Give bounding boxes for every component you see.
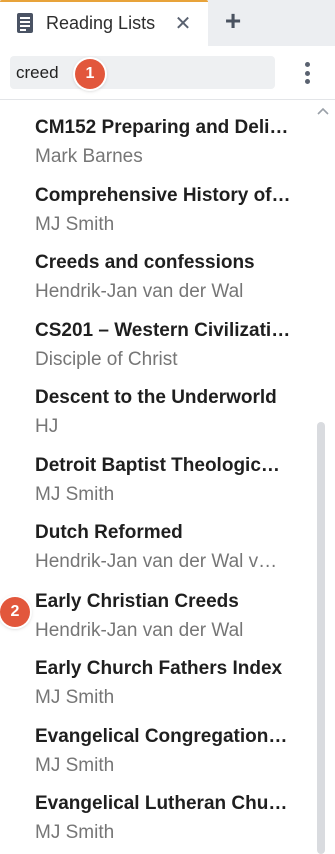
list-item-title: Creeds and confessions [35,252,255,273]
list-item-title: Detroit Baptist Theologic… [35,455,280,476]
list-item-title: Evangelical Congregation… [35,726,288,747]
close-icon[interactable]: ✕ [172,12,194,35]
toolbar [0,46,335,100]
list-item[interactable]: Detroit Baptist Theologic… MJ Smith [35,455,297,517]
list-item-author: Disciple of Christ [35,349,178,370]
list-item-title: Early Church Fathers Index [35,658,283,679]
list-item[interactable]: Evangelical Congregation… MJ Smith [35,726,297,788]
list-item[interactable]: Dutch Reformed Hendrik-Jan van der Wal v… [35,522,297,584]
scroll-up-chevron-icon[interactable] [315,104,331,118]
list-item-author: Mark Barnes [35,146,143,167]
callout-badge-2: 2 [0,597,30,627]
list-item[interactable]: Comprehensive History of… MJ Smith [35,185,297,247]
tab-bar: Reading Lists ✕ + [0,0,335,46]
list-item-title: Comprehensive History of… [35,185,291,206]
list-item-title: Descent to the Underworld [35,387,277,408]
search-box[interactable] [10,56,275,89]
list-item-author: MJ Smith [35,755,115,776]
reading-list: CM152 Preparing and Deli… Mark Barnes Co… [0,101,335,854]
callout-badge-1: 1 [75,59,105,89]
list-item-title: CS201 – Western Civilizati… [35,320,291,341]
list-item[interactable]: Creeds and confessions Hendrik-Jan van d… [35,252,297,314]
list-item[interactable]: Early Christian Creeds Hendrik-Jan van d… [35,591,297,653]
list-item-title: Early Christian Creeds [35,591,239,612]
more-options-icon[interactable] [296,60,318,86]
list-item[interactable]: Early Church Fathers Index MJ Smith [35,658,297,720]
search-input[interactable] [16,60,256,85]
scrollbar-thumb[interactable] [317,422,325,854]
list-item-author: Hendrik-Jan van der Wal [35,620,244,641]
reading-list-icon [16,12,34,34]
list-item[interactable]: CM152 Preparing and Deli… Mark Barnes [35,117,297,179]
list-item-author: HJ [35,416,59,437]
list-item-title: Evangelical Lutheran Chu… [35,793,288,814]
list-item[interactable]: Descent to the Underworld HJ [35,387,297,449]
list-item-title: Dutch Reformed [35,522,183,543]
list-item-author: Hendrik-Jan van der Wal [35,281,244,302]
tab-title: Reading Lists [46,13,156,33]
add-tab-icon[interactable]: + [221,7,245,35]
list-item-title: CM152 Preparing and Deli… [35,117,289,138]
list-item-author: Hendrik-Jan van der Wal v… [35,551,278,572]
list-item-author: MJ Smith [35,822,115,843]
list-item-author: MJ Smith [35,214,115,235]
list-item[interactable]: CS201 – Western Civilizati… Disciple of … [35,320,297,382]
list-item-author: MJ Smith [35,484,115,505]
list-item-author: MJ Smith [35,687,115,708]
tab-reading-lists[interactable]: Reading Lists ✕ [0,0,208,46]
list-item[interactable]: Evangelical Lutheran Chu… MJ Smith [35,793,297,854]
